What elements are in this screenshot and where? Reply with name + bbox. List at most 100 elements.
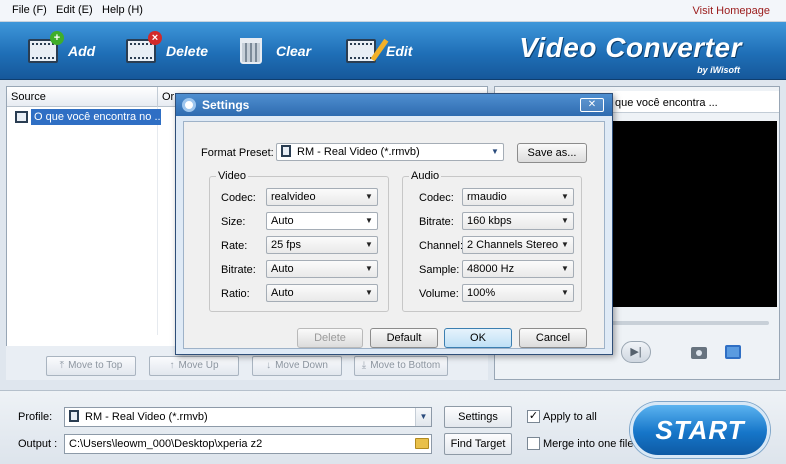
- audio-sample-select[interactable]: 48000 Hz ▼: [462, 260, 574, 278]
- dialog-title-bar[interactable]: Settings ✕: [176, 94, 612, 116]
- arrow-down-icon: ↓: [266, 360, 272, 371]
- format-preset-value: RM - Real Video (*.rmvb): [297, 146, 420, 158]
- settings-dialog: Settings ✕ Format Preset: RM - Real Vide…: [175, 93, 613, 355]
- chevron-down-icon: ▼: [365, 264, 373, 273]
- audio-channel-label: Channel:: [419, 240, 464, 252]
- move-down-button[interactable]: ↓ Move Down: [252, 356, 342, 376]
- chevron-down-icon: ▼: [561, 240, 569, 249]
- video-ratio-select[interactable]: Auto ▼: [266, 284, 378, 302]
- clear-button[interactable]: Clear: [236, 32, 311, 70]
- find-target-button[interactable]: Find Target: [444, 433, 512, 455]
- menu-help[interactable]: Help (H): [102, 4, 143, 16]
- audio-volume-select[interactable]: 100% ▼: [462, 284, 574, 302]
- video-size-select[interactable]: Auto ▼: [266, 212, 378, 230]
- video-ratio-label: Ratio:: [221, 288, 250, 300]
- audio-bitrate-select[interactable]: 160 kbps ▼: [462, 212, 574, 230]
- cancel-button[interactable]: Cancel: [519, 328, 587, 348]
- dialog-title: Settings: [202, 98, 250, 112]
- snapshot-camera-icon[interactable]: [691, 347, 707, 359]
- move-to-top-button[interactable]: ⤒ Move to Top: [46, 356, 136, 376]
- chevron-down-icon: ▼: [561, 264, 569, 273]
- output-label: Output :: [18, 438, 58, 450]
- output-path-value: C:\Users\leowm_000\Desktop\xperia z2: [69, 438, 263, 450]
- edit-label: Edit: [386, 43, 413, 59]
- arrow-bottom-icon: ⤓: [361, 360, 367, 371]
- chevron-down-icon: ▼: [561, 288, 569, 297]
- preview-window-icon[interactable]: [725, 345, 741, 359]
- seek-bar[interactable]: [607, 321, 769, 325]
- default-button[interactable]: Default: [370, 328, 438, 348]
- video-bitrate-select[interactable]: Auto ▼: [266, 260, 378, 278]
- chevron-down-icon: ▼: [561, 192, 569, 201]
- add-button[interactable]: + Add: [28, 31, 96, 70]
- next-frame-icon: ▶|: [630, 346, 642, 358]
- dialog-body: Format Preset: RM - Real Video (*.rmvb) …: [183, 121, 605, 349]
- add-file-icon: +: [28, 31, 64, 66]
- apply-to-all-checkbox[interactable]: ✓: [527, 410, 540, 423]
- list-item-name: O que você encontra no ...: [31, 109, 161, 125]
- next-frame-button[interactable]: ▶|: [621, 341, 651, 363]
- visit-homepage-link[interactable]: Visit Homepage: [693, 5, 770, 17]
- chevron-down-icon: ▼: [365, 192, 373, 201]
- merge-label: Merge into one file: [543, 438, 634, 450]
- app-brand-subtitle: by iWisoft: [697, 65, 740, 75]
- video-file-icon: [15, 111, 28, 123]
- profile-select[interactable]: RM - Real Video (*.rmvb) ▼: [64, 407, 432, 427]
- audio-volume-label: Volume:: [419, 288, 459, 300]
- edit-file-icon: [346, 36, 389, 66]
- audio-codec-label: Codec:: [419, 192, 454, 204]
- delete-label: Delete: [166, 43, 209, 59]
- move-up-button[interactable]: ↑ Move Up: [149, 356, 239, 376]
- move-to-bottom-button[interactable]: ⤓ Move to Bottom: [354, 356, 448, 376]
- apply-to-all-label: Apply to all: [543, 411, 597, 423]
- audio-channel-select[interactable]: 2 Channels Stereo ▼: [462, 236, 574, 254]
- chevron-down-icon: ▼: [365, 240, 373, 249]
- menu-edit[interactable]: Edit (E): [56, 4, 93, 16]
- format-preset-label: Format Preset:: [201, 147, 274, 159]
- chevron-down-icon: ▼: [365, 216, 373, 225]
- audio-group-label: Audio: [409, 170, 442, 182]
- video-format-icon: [281, 145, 291, 157]
- chevron-down-icon: ▼: [365, 288, 373, 297]
- app-brand-title: Video Converter: [519, 32, 742, 63]
- ok-button[interactable]: OK: [444, 328, 512, 348]
- profile-value: RM - Real Video (*.rmvb): [85, 411, 208, 423]
- arrow-top-icon: ⤒: [59, 360, 65, 371]
- add-label: Add: [68, 43, 96, 59]
- settings-button[interactable]: Settings: [444, 406, 512, 428]
- save-as-button[interactable]: Save as...: [517, 143, 587, 163]
- close-icon: ✕: [587, 99, 597, 110]
- arrow-up-icon: ↑: [169, 360, 175, 371]
- folder-icon[interactable]: [415, 438, 429, 449]
- chevron-down-icon: ▼: [491, 147, 499, 156]
- video-rate-select[interactable]: 25 fps ▼: [266, 236, 378, 254]
- start-button[interactable]: START: [630, 402, 770, 458]
- preview-screen: [607, 121, 777, 307]
- toolbar: + Add × Delete Clear Edit Video Converte…: [0, 22, 786, 80]
- chevron-down-icon: ▼: [561, 216, 569, 225]
- trash-bin-icon: [236, 36, 266, 66]
- video-codec-select[interactable]: realvideo ▼: [266, 188, 378, 206]
- video-bitrate-label: Bitrate:: [221, 264, 256, 276]
- close-button[interactable]: ✕: [580, 98, 604, 112]
- format-preset-select[interactable]: RM - Real Video (*.rmvb) ▼: [276, 143, 504, 161]
- video-size-label: Size:: [221, 216, 246, 228]
- menu-file[interactable]: File (F): [12, 4, 47, 16]
- settings-gear-icon: [182, 98, 196, 112]
- audio-sample-label: Sample:: [419, 264, 460, 276]
- clear-label: Clear: [276, 43, 312, 59]
- column-header-source[interactable]: Source: [11, 91, 46, 103]
- column-header-or[interactable]: Or: [162, 91, 174, 103]
- delete-file-icon: ×: [126, 31, 162, 66]
- merge-checkbox[interactable]: [527, 437, 540, 450]
- output-path-field[interactable]: C:\Users\leowm_000\Desktop\xperia z2: [64, 434, 432, 454]
- preset-delete-button[interactable]: Delete: [297, 328, 363, 348]
- delete-button[interactable]: × Delete: [126, 31, 209, 70]
- edit-button[interactable]: Edit: [346, 32, 412, 70]
- video-format-icon: [69, 410, 79, 422]
- audio-codec-select[interactable]: rmaudio ▼: [462, 188, 574, 206]
- checkmark-icon: ✓: [528, 410, 539, 422]
- video-codec-label: Codec:: [221, 192, 256, 204]
- menu-bar: File (F) Edit (E) Help (H) Visit Homepag…: [0, 0, 786, 22]
- chevron-down-icon: ▼: [415, 408, 431, 426]
